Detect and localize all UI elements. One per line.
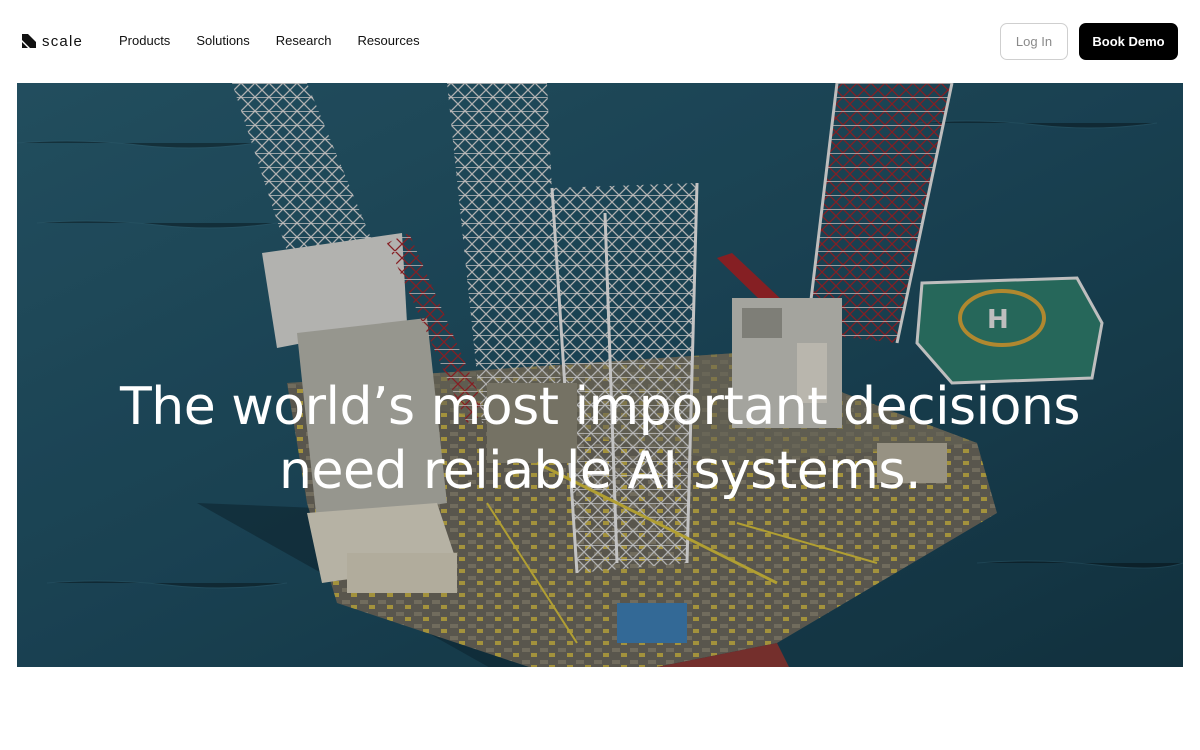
nav-item-products[interactable]: Products	[119, 33, 170, 49]
brand-name: scale	[42, 32, 84, 50]
hero-headline-line2: need reliable AI systems.	[279, 441, 922, 501]
nav-item-solutions[interactable]: Solutions	[196, 33, 249, 49]
login-button[interactable]: Log In	[1000, 23, 1068, 60]
main-nav: Products Solutions Research Resources	[119, 33, 420, 49]
scale-logo-icon	[22, 34, 36, 48]
hero-headline: The world’s most important decisions nee…	[17, 375, 1183, 503]
site-header: scale Products Solutions Research Resour…	[0, 0, 1200, 82]
nav-item-research[interactable]: Research	[276, 33, 332, 49]
hero-headline-line1: The world’s most important decisions	[120, 377, 1080, 437]
book-demo-button[interactable]: Book Demo	[1079, 23, 1178, 60]
scale-logo[interactable]: scale	[22, 33, 83, 49]
nav-item-resources[interactable]: Resources	[357, 33, 419, 49]
hero-section: H The world’s most important decisions n…	[17, 83, 1183, 667]
